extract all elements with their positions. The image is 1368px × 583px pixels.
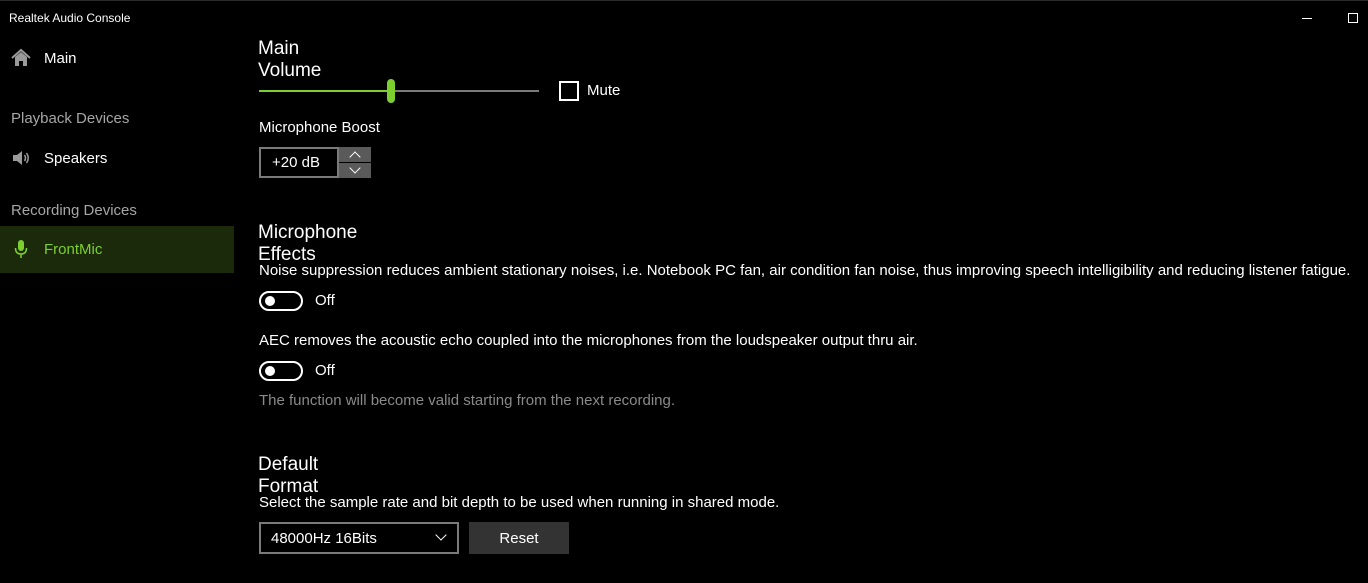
sidebar: Main Playback Devices Speakers Recording… xyxy=(0,35,234,583)
format-dropdown-value: 48000Hz 16Bits xyxy=(271,529,377,547)
maximize-button[interactable] xyxy=(1330,1,1368,35)
microphone-effects-heading: Microphone Effects xyxy=(258,222,358,265)
toggle-knob xyxy=(265,366,275,376)
playback-devices-header: Playback Devices xyxy=(11,110,130,127)
main-volume-slider[interactable] xyxy=(259,79,539,103)
chevron-up-icon xyxy=(349,151,361,163)
default-format-description: Select the sample rate and bit depth to … xyxy=(259,494,780,511)
noise-suppression-description: Noise suppression reduces ambient statio… xyxy=(259,262,1351,279)
minimize-icon xyxy=(1302,18,1312,19)
noise-suppression-state: Off xyxy=(315,292,335,309)
sidebar-item-label: Speakers xyxy=(44,150,108,167)
sidebar-item-frontmic[interactable]: FrontMic xyxy=(0,226,234,273)
recording-devices-header: Recording Devices xyxy=(11,202,137,219)
effects-note: The function will become valid starting … xyxy=(259,392,676,409)
microphone-boost-value[interactable]: +20 dB xyxy=(259,147,339,178)
chevron-down-icon xyxy=(349,162,361,174)
mute-label[interactable]: Mute xyxy=(587,82,620,99)
noise-suppression-toggle[interactable] xyxy=(259,291,303,311)
main-volume-heading: Main Volume xyxy=(258,38,322,81)
slider-thumb[interactable] xyxy=(387,79,395,103)
microphone-icon xyxy=(14,240,28,258)
reset-button-label: Reset xyxy=(499,529,539,547)
microphone-boost-text: +20 dB xyxy=(272,154,320,171)
maximize-icon xyxy=(1348,13,1358,23)
aec-toggle[interactable] xyxy=(259,361,303,381)
sidebar-item-label: Main xyxy=(44,50,77,67)
speaker-icon xyxy=(13,151,29,165)
boost-increase-button[interactable] xyxy=(339,147,371,163)
slider-fill xyxy=(259,90,391,92)
minimize-button[interactable] xyxy=(1284,1,1330,35)
home-icon xyxy=(11,48,31,66)
reset-button[interactable]: Reset xyxy=(469,522,569,554)
app-window: Realtek Audio Console Main Playback Devi… xyxy=(0,0,1368,583)
sidebar-item-speakers[interactable]: Speakers xyxy=(0,135,234,182)
app-title: Realtek Audio Console xyxy=(9,11,131,25)
aec-state: Off xyxy=(315,362,335,379)
title-bar: Realtek Audio Console xyxy=(0,1,1368,35)
mute-checkbox[interactable] xyxy=(559,81,579,101)
toggle-knob xyxy=(265,296,275,306)
default-format-heading: Default Format xyxy=(258,454,319,497)
sidebar-item-main[interactable]: Main xyxy=(0,35,234,82)
chevron-down-icon xyxy=(435,529,447,541)
sidebar-item-label: FrontMic xyxy=(44,241,103,258)
microphone-boost-label: Microphone Boost xyxy=(259,119,380,136)
boost-decrease-button[interactable] xyxy=(339,162,371,178)
format-dropdown[interactable]: 48000Hz 16Bits xyxy=(259,522,459,554)
aec-description: AEC removes the acoustic echo coupled in… xyxy=(259,332,918,349)
